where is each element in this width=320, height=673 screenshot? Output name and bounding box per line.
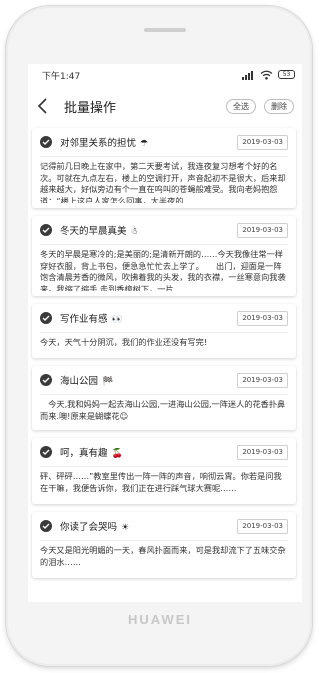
status-bar: 下午1:47 53 (28, 64, 302, 86)
entry-emoji: 🍒 (111, 449, 123, 459)
divider (40, 466, 288, 467)
checked-checkbox-icon[interactable] (40, 446, 52, 458)
svg-text:HUAWEI: HUAWEI (128, 612, 192, 627)
checked-checkbox-icon[interactable] (40, 312, 52, 324)
entry-title-text: 冬天的早晨真美 (60, 226, 127, 237)
entry-title: 写作业有感 👀 (60, 311, 123, 325)
divider (40, 332, 288, 333)
battery-icon: 53 (278, 70, 295, 79)
divider (40, 540, 288, 541)
entry-emoji: 🏁 (102, 377, 114, 387)
page-title: 批量操作 (64, 101, 117, 116)
entry-date: 2019-03-03 (237, 445, 288, 460)
checked-checkbox-icon[interactable] (40, 374, 52, 386)
divider (40, 244, 288, 245)
entry-body: 今天，天气十分阴沉，我们的作业还没有写完! (40, 337, 208, 347)
entry-header: 海山公园 🏁 2019-03-03 (32, 366, 296, 394)
entry-date: 2019-03-03 (237, 519, 288, 534)
entry-body: 记得前几日晚上在家中，第二天要考试，我连夜复习想考个好的名次。可就在九点左右，楼… (40, 161, 286, 203)
entry-body: 今天,我和妈妈一起去海山公园,一进海山公园,一阵迷人的花香扑鼻而来.噢!原来是蝴… (40, 399, 286, 421)
entry-header: 写作业有感 👀 2019-03-03 (32, 304, 296, 332)
earpiece-speaker (144, 28, 186, 32)
entry-title: 海山公园 🏁 (60, 373, 113, 387)
entry-body: 今天又是阳光明媚的一天，春风扑面而来，可是我却流下了五味交杂的泪水…… (40, 545, 286, 567)
back-arrow-icon[interactable] (36, 98, 50, 114)
header-bar: 批量操作 全选 删除 (28, 90, 302, 122)
entry-date: 2019-03-03 (237, 135, 288, 150)
wifi-icon (260, 70, 273, 80)
entry-card[interactable]: 冬天的早晨真美 ☃ 2019-03-03 冬天的早晨是寒冷的;是美丽的;是清新开朗… (32, 216, 296, 296)
divider (40, 394, 288, 395)
checked-checkbox-icon[interactable] (40, 136, 52, 148)
entry-body: 冬天的早晨是寒冷的;是美丽的;是清新开朗的……今天我像往常一样穿好衣服，背上书包… (40, 249, 286, 291)
entry-card[interactable]: 呵，真有趣 🍒 2019-03-03 砰、砰砰……”教室里传出一阵一阵的声音，响彻… (32, 438, 296, 504)
entry-emoji: ☂ (140, 139, 149, 149)
app-screen: 下午1:47 53 批量操作 全选 删除 对邻里关系的担忧 ☂ 2019-03-… (28, 64, 302, 602)
entry-title-text: 对邻里关系的担忧 (60, 138, 137, 149)
entry-card[interactable]: 对邻里关系的担忧 ☂ 2019-03-03 记得前几日晚上在家中，第二天要考试，我… (32, 128, 296, 208)
checked-checkbox-icon[interactable] (40, 520, 52, 532)
delete-button[interactable]: 删除 (264, 99, 294, 114)
entry-title: 对邻里关系的担忧 ☂ (60, 135, 148, 149)
entry-header: 对邻里关系的担忧 ☂ 2019-03-03 (32, 128, 296, 156)
huawei-logo: HUAWEI (128, 612, 192, 627)
checked-checkbox-icon[interactable] (40, 224, 52, 236)
entry-card[interactable]: 海山公园 🏁 2019-03-03 今天,我和妈妈一起去海山公园,一进海山公园,一… (32, 366, 296, 430)
entry-emoji: ☀ (121, 523, 130, 533)
entry-card[interactable]: 你读了会哭吗 ☀ 2019-03-03 今天又是阳光明媚的一天，春风扑面而来，可是… (32, 512, 296, 578)
entry-header: 呵，真有趣 🍒 2019-03-03 (32, 438, 296, 466)
entry-date: 2019-03-03 (237, 373, 288, 388)
entry-emoji: ☃ (130, 227, 139, 237)
entry-card[interactable]: 写作业有感 👀 2019-03-03 今天，天气十分阴沉，我们的作业还没有写完! (32, 304, 296, 358)
entry-title-text: 海山公园 (60, 376, 99, 387)
entry-emoji: 👀 (111, 315, 123, 325)
entry-date: 2019-03-03 (237, 311, 288, 326)
entry-title: 冬天的早晨真美 ☃ (60, 223, 139, 237)
entry-header: 冬天的早晨真美 ☃ 2019-03-03 (32, 216, 296, 244)
entry-body: 砰、砰砰……”教室里传出一阵一阵的声音，响彻云霄。你若是问我在干嘛，我便告诉你，… (40, 471, 282, 493)
entry-header: 你读了会哭吗 ☀ 2019-03-03 (32, 512, 296, 540)
status-time: 下午1:47 (42, 72, 81, 82)
entry-title: 你读了会哭吗 ☀ (60, 519, 129, 533)
divider (40, 156, 288, 157)
entry-title-text: 写作业有感 (60, 314, 108, 325)
entry-title: 呵，真有趣 🍒 (60, 445, 123, 459)
entry-title-text: 你读了会哭吗 (60, 522, 118, 533)
select-all-button[interactable]: 全选 (226, 99, 256, 114)
entry-date: 2019-03-03 (237, 223, 288, 238)
phone-frame: 下午1:47 53 批量操作 全选 删除 对邻里关系的担忧 ☂ 2019-03-… (6, 6, 312, 666)
signal-icon (242, 71, 253, 80)
entry-title-text: 呵，真有趣 (60, 448, 108, 459)
